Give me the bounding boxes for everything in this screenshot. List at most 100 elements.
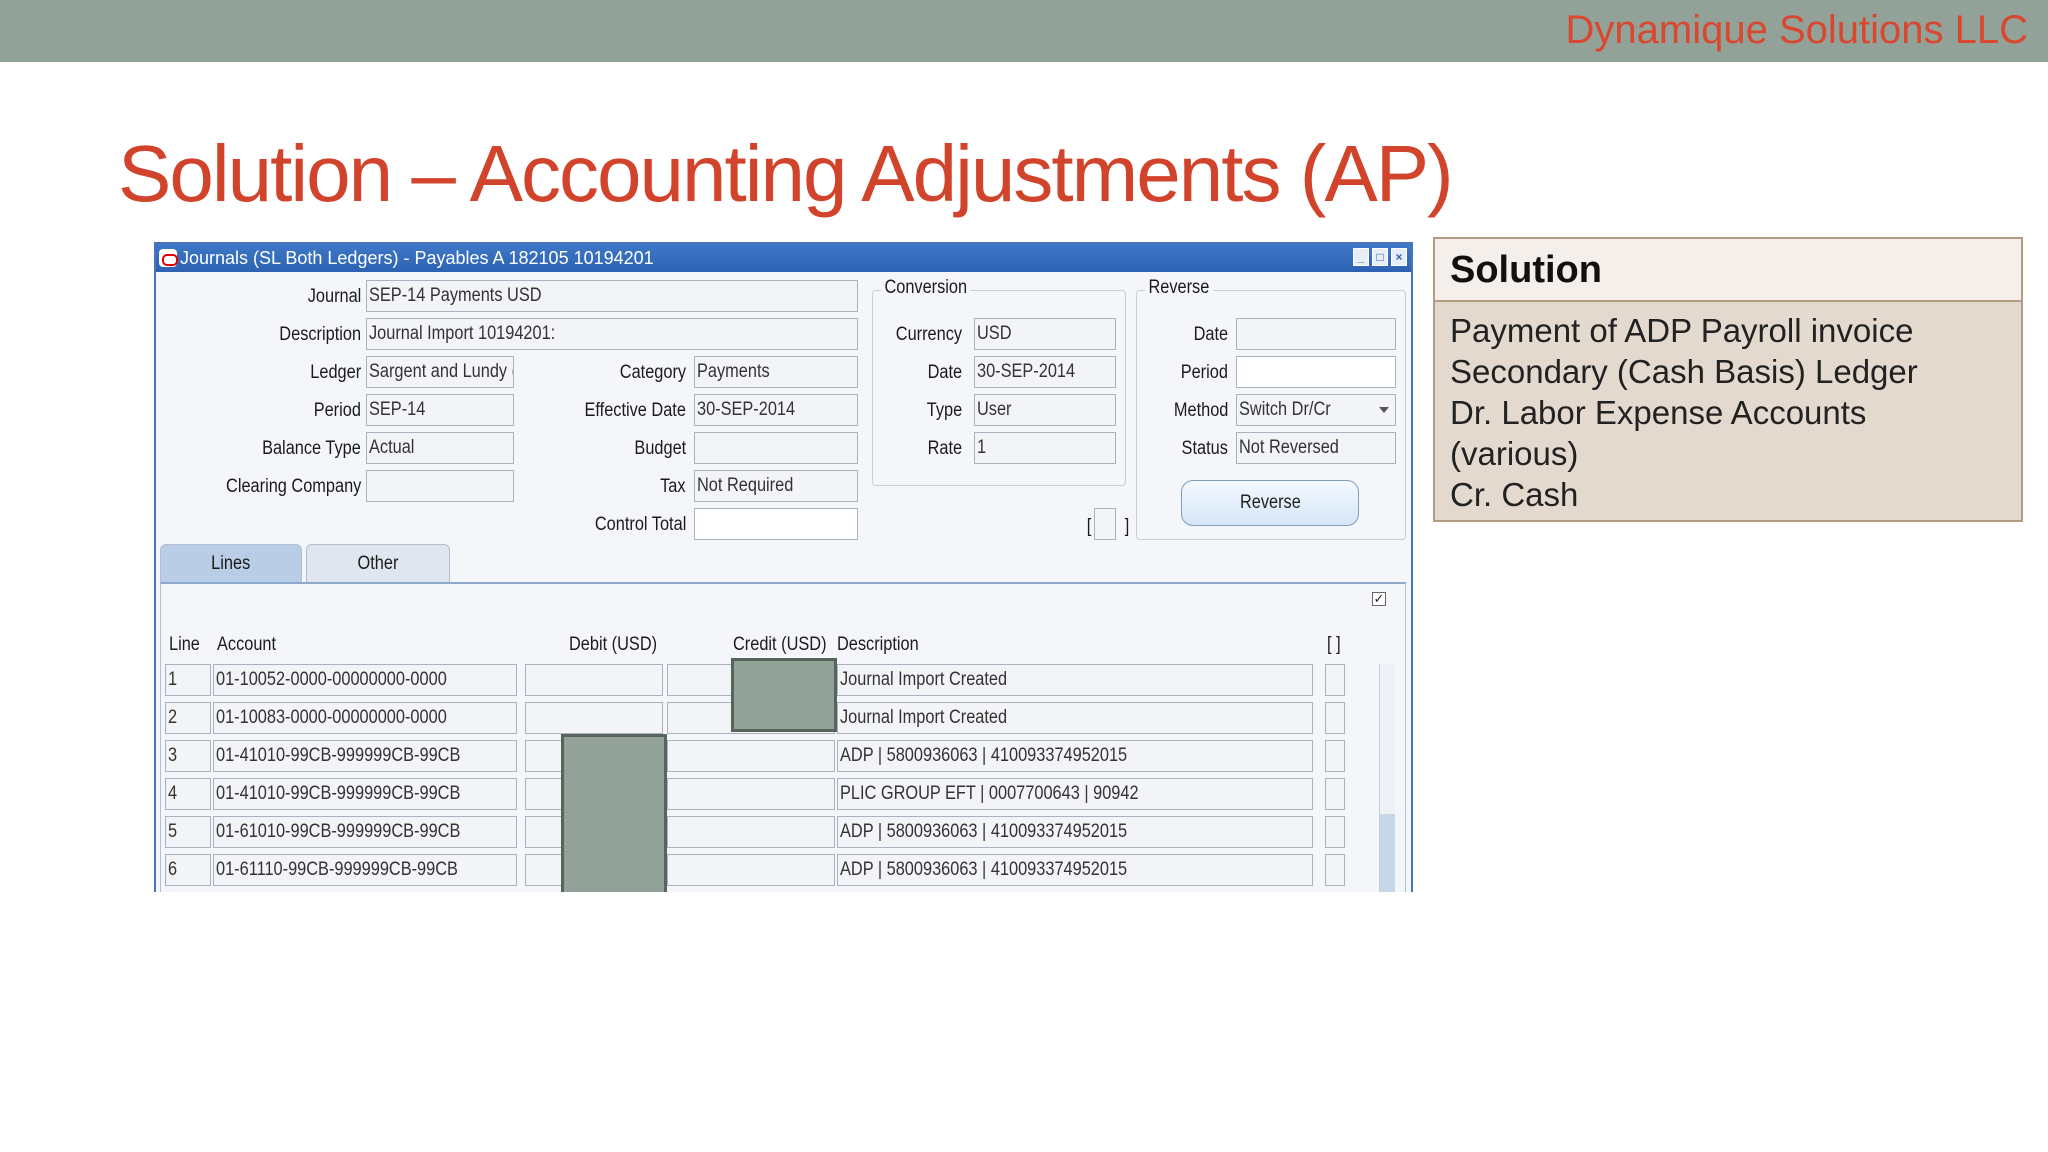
- oracle-logo-icon: [159, 249, 178, 267]
- row-flag-cell[interactable]: [1325, 664, 1345, 696]
- tax-field[interactable]: Not Required: [694, 470, 858, 502]
- description-cell[interactable]: ADP | 5800936063 | 410093374952015: [837, 854, 1313, 886]
- description-cell[interactable]: ADP | 5800936063 | 410093374952015: [837, 740, 1313, 772]
- solution-line: (various): [1450, 435, 1579, 472]
- tab-lines[interactable]: Lines: [160, 544, 302, 582]
- row-flag-cell[interactable]: [1325, 778, 1345, 810]
- reverse-button[interactable]: Reverse: [1181, 480, 1359, 526]
- reverse-date-field[interactable]: [1236, 318, 1396, 350]
- description-label: Description: [279, 324, 361, 345]
- col-credit: Credit (USD): [733, 634, 827, 655]
- conversion-title: Conversion: [881, 277, 971, 299]
- tab-other-information[interactable]: Other Information: [306, 544, 450, 612]
- debit-cell[interactable]: [525, 702, 663, 734]
- effective-date-field[interactable]: 30-SEP-2014: [694, 394, 858, 426]
- credit-cell[interactable]: [667, 740, 835, 772]
- description-cell[interactable]: Journal Import Created: [837, 664, 1313, 696]
- description-cell[interactable]: ADP | 5800936063 | 410093374952015: [837, 816, 1313, 848]
- solution-body: Payment of ADP Payroll invoice Secondary…: [1435, 302, 2021, 515]
- window-title: Journals (SL Both Ledgers) - Payables A …: [180, 248, 654, 268]
- row-flag-cell[interactable]: [1325, 740, 1345, 772]
- control-total-field[interactable]: [694, 508, 858, 540]
- solution-line: Payment of ADP Payroll invoice: [1450, 312, 1914, 349]
- conversion-type-field[interactable]: User: [974, 394, 1116, 426]
- line-number-cell[interactable]: 1: [165, 664, 211, 696]
- credit-cell[interactable]: [667, 816, 835, 848]
- credit-cell[interactable]: [667, 778, 835, 810]
- account-cell[interactable]: 01-41010-99CB-999999CB-99CB: [213, 740, 517, 772]
- currency-field[interactable]: USD: [974, 318, 1116, 350]
- solution-heading: Solution: [1435, 239, 2021, 302]
- rate-label: Rate: [927, 438, 962, 459]
- col-description: Description: [837, 634, 919, 655]
- budget-label: Budget: [634, 438, 686, 459]
- period-field[interactable]: SEP-14: [366, 394, 514, 426]
- category-field[interactable]: Payments: [694, 356, 858, 388]
- description-field[interactable]: Journal Import 10194201:: [366, 318, 858, 350]
- redacted-credit-block: [731, 658, 837, 732]
- rate-field[interactable]: 1: [974, 432, 1116, 464]
- top-banner: Dynamique Solutions LLC: [0, 0, 2048, 62]
- budget-field[interactable]: [694, 432, 858, 464]
- balance-type-label: Balance Type: [262, 438, 361, 459]
- account-cell[interactable]: 01-61010-99CB-999999CB-99CB: [213, 816, 517, 848]
- ledger-field[interactable]: Sargent and Lundy (: [366, 356, 514, 388]
- col-debit: Debit (USD): [569, 634, 658, 655]
- conversion-date-field[interactable]: 30-SEP-2014: [974, 356, 1116, 388]
- line-number-cell[interactable]: 5: [165, 816, 211, 848]
- account-cell[interactable]: 01-10052-0000-00000000-0000: [213, 664, 517, 696]
- minimize-icon[interactable]: _: [1353, 248, 1369, 266]
- debit-cell[interactable]: [525, 664, 663, 696]
- misc-checkbox-field[interactable]: [1094, 508, 1116, 540]
- period-label: Period: [313, 400, 361, 421]
- conversion-date-label: Date: [927, 362, 962, 383]
- account-cell[interactable]: 01-61110-99CB-999999CB-99CB: [213, 854, 517, 886]
- company-name: Dynamique Solutions LLC: [1565, 8, 2028, 52]
- clearing-company-label: Clearing Company: [225, 476, 361, 497]
- account-cell[interactable]: 01-10083-0000-00000000-0000: [213, 702, 517, 734]
- account-cell[interactable]: 01-41010-99CB-999999CB-99CB: [213, 778, 517, 810]
- window-title-bar: Journals (SL Both Ledgers) - Payables A …: [156, 244, 1411, 272]
- status-label: Status: [1181, 438, 1228, 459]
- reverse-period-label: Period: [1180, 362, 1228, 383]
- reverse-period-field[interactable]: [1236, 356, 1396, 388]
- row-flag-cell[interactable]: [1325, 854, 1345, 886]
- solution-line: Cr. Cash: [1450, 476, 1579, 513]
- close-icon[interactable]: ×: [1391, 248, 1407, 266]
- line-number-cell[interactable]: 4: [165, 778, 211, 810]
- status-field: Not Reversed: [1236, 432, 1396, 464]
- journals-window: Journals (SL Both Ledgers) - Payables A …: [154, 242, 1413, 892]
- maximize-icon[interactable]: □: [1372, 248, 1388, 266]
- solution-box: Solution Payment of ADP Payroll invoice …: [1433, 237, 2023, 522]
- method-select[interactable]: Switch Dr/Cr: [1236, 394, 1396, 426]
- journal-label: Journal: [307, 286, 361, 307]
- description-cell[interactable]: Journal Import Created: [837, 702, 1313, 734]
- description-cell[interactable]: PLIC GROUP EFT | 0007700643 | 90942: [837, 778, 1313, 810]
- col-flag: [ ]: [1327, 634, 1341, 655]
- balance-type-field[interactable]: Actual: [366, 432, 514, 464]
- chevron-down-icon[interactable]: [1379, 407, 1389, 413]
- clearing-company-field[interactable]: [366, 470, 514, 502]
- solution-line: Dr. Labor Expense Accounts: [1450, 394, 1867, 431]
- col-account: Account: [217, 634, 277, 655]
- lines-checkbox[interactable]: ✓: [1372, 592, 1386, 606]
- line-number-cell[interactable]: 2: [165, 702, 211, 734]
- row-flag-cell[interactable]: [1325, 702, 1345, 734]
- lines-scrollbar[interactable]: [1379, 664, 1395, 892]
- control-total-label: Control Total: [594, 514, 686, 535]
- conversion-type-label: Type: [926, 400, 962, 421]
- row-flag-cell[interactable]: [1325, 816, 1345, 848]
- scroll-thumb[interactable]: [1380, 814, 1395, 892]
- line-number-cell[interactable]: 3: [165, 740, 211, 772]
- col-line: Line: [169, 634, 200, 655]
- reverse-date-label: Date: [1193, 324, 1228, 345]
- credit-cell[interactable]: [667, 854, 835, 886]
- solution-line: Secondary (Cash Basis) Ledger: [1450, 353, 1918, 390]
- journal-field[interactable]: SEP-14 Payments USD: [366, 280, 858, 312]
- method-label: Method: [1173, 400, 1228, 421]
- category-label: Category: [619, 362, 686, 383]
- line-number-cell[interactable]: 6: [165, 854, 211, 886]
- lines-panel: ✓ Line Account Debit (USD) Credit (USD) …: [160, 582, 1406, 892]
- tax-label: Tax: [660, 476, 686, 497]
- misc-bracket-right: ]: [1124, 516, 1129, 537]
